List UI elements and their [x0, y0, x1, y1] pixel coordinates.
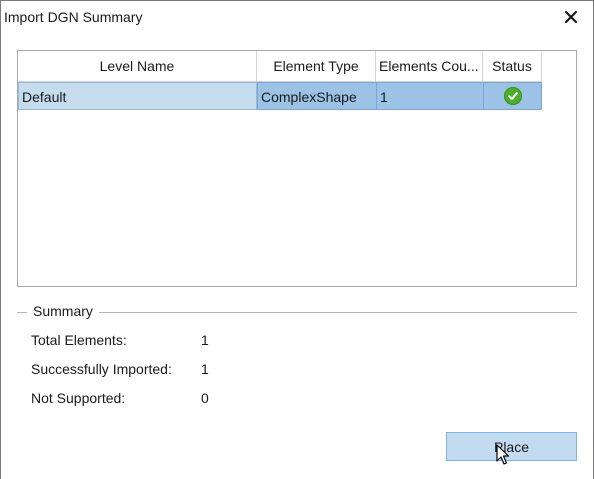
success-check-icon: [503, 87, 522, 105]
summary-row-imported: Successfully Imported: 1: [31, 361, 209, 379]
summary-group-header: Summary: [17, 303, 577, 321]
column-header-level-name[interactable]: Level Name: [18, 51, 257, 81]
divider: [17, 312, 27, 313]
title-bar: Import DGN Summary: [1, 1, 593, 35]
summary-row-total: Total Elements: 1: [31, 332, 209, 350]
column-header-element-type[interactable]: Element Type: [257, 51, 376, 81]
place-button[interactable]: Place: [446, 432, 577, 461]
summary-label: Total Elements:: [31, 332, 127, 348]
close-button[interactable]: [559, 5, 583, 29]
summary-row-not-supported: Not Supported: 0: [31, 390, 209, 408]
mouse-pointer-icon: [496, 444, 510, 465]
dialog-title: Import DGN Summary: [4, 9, 143, 25]
cell-element-type[interactable]: ComplexShape: [257, 82, 376, 110]
summary-label: Successfully Imported:: [31, 361, 172, 377]
divider: [99, 312, 577, 313]
summary-heading: Summary: [33, 303, 93, 319]
close-icon: [564, 10, 578, 24]
column-header-status[interactable]: Status: [483, 51, 542, 81]
column-header-elements-count[interactable]: Elements Cou...: [376, 51, 483, 81]
grid-header: Level Name Element Type Elements Cou... …: [18, 51, 542, 82]
summary-label: Not Supported:: [31, 390, 126, 406]
summary-value: 1: [201, 332, 209, 348]
import-dgn-summary-dialog: Import DGN Summary Level Name Element Ty…: [0, 0, 594, 479]
levels-grid[interactable]: Level Name Element Type Elements Cou... …: [17, 50, 577, 287]
cell-elements-count[interactable]: 1: [376, 82, 483, 110]
summary-value: 1: [201, 361, 209, 377]
cell-status[interactable]: [483, 82, 542, 110]
summary-value: 0: [201, 390, 209, 406]
table-row[interactable]: Default ComplexShape 1: [18, 82, 542, 110]
cell-level-name[interactable]: Default: [18, 82, 257, 110]
